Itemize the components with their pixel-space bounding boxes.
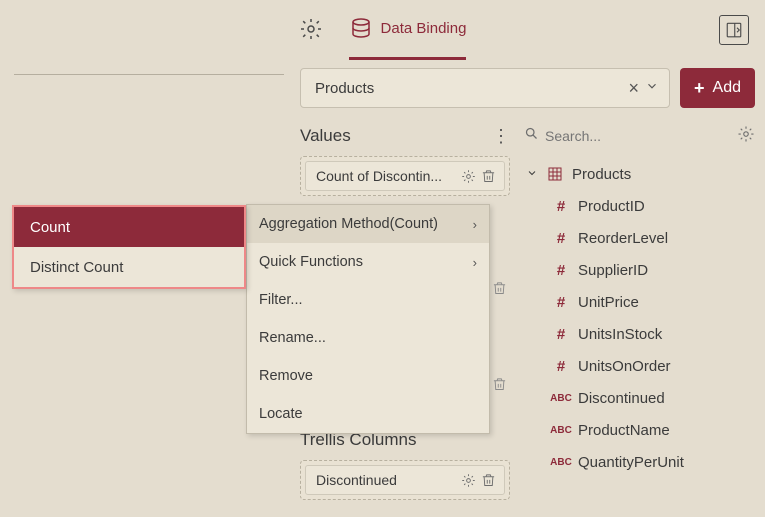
number-type-icon: #: [552, 326, 570, 343]
fields-tree: Products # ProductID # ReorderLevel # Supplie…: [524, 158, 755, 478]
top-toolbar: Data Binding: [0, 0, 765, 60]
tree-field-label: UnitsInStock: [578, 326, 662, 343]
number-type-icon: #: [552, 230, 570, 247]
tab-data-binding-label: Data Binding: [381, 20, 467, 37]
text-type-icon: ABC: [552, 393, 570, 404]
gear-icon[interactable]: [458, 169, 478, 184]
menu-remove[interactable]: Remove: [247, 357, 489, 395]
data-source-value: Products: [315, 80, 374, 97]
tree-field[interactable]: # UnitsOnOrder: [524, 350, 755, 382]
table-icon: [546, 166, 564, 182]
search-icon: [524, 126, 539, 146]
gear-icon[interactable]: [458, 473, 478, 488]
menu-aggregation-method[interactable]: Aggregation Method(Count) ›: [247, 205, 489, 243]
menu-filter[interactable]: Filter...: [247, 281, 489, 319]
gear-icon[interactable]: [737, 125, 755, 148]
tree-field-label: QuantityPerUnit: [578, 454, 684, 471]
tree-field-label: Discontinued: [578, 390, 665, 407]
number-type-icon: #: [552, 294, 570, 311]
trellis-well[interactable]: Discontinued: [300, 460, 510, 500]
add-button[interactable]: + Add: [680, 68, 755, 108]
database-icon: [349, 17, 373, 41]
tab-data-binding[interactable]: Data Binding: [349, 0, 467, 60]
tree-root-label: Products: [572, 166, 631, 183]
section-values-title: Values: [300, 126, 351, 146]
menu-item-label: Filter...: [259, 292, 303, 308]
aggregation-submenu: Count Distinct Count: [12, 205, 246, 289]
tree-field[interactable]: # UnitsInStock: [524, 318, 755, 350]
value-pill[interactable]: Count of Discontin...: [305, 161, 505, 191]
menu-item-label: Locate: [259, 406, 303, 422]
tree-field[interactable]: # UnitPrice: [524, 286, 755, 318]
submenu-count[interactable]: Count: [14, 207, 244, 247]
menu-item-label: Rename...: [259, 330, 326, 346]
chevron-down-icon[interactable]: [645, 79, 659, 97]
trash-icon[interactable]: [478, 473, 498, 488]
tree-field-label: ProductName: [578, 422, 670, 439]
value-pill-label: Count of Discontin...: [316, 168, 458, 184]
trash-icon[interactable]: [489, 374, 509, 394]
chevron-down-icon: [526, 166, 538, 183]
menu-item-label: Remove: [259, 368, 313, 384]
tree-field-label: SupplierID: [578, 262, 648, 279]
tree-field[interactable]: ABC ProductName: [524, 414, 755, 446]
panel-toggle-button[interactable]: [719, 15, 749, 45]
trash-icon[interactable]: [478, 169, 498, 184]
tree-field-label: UnitPrice: [578, 294, 639, 311]
data-source-select[interactable]: Products ×: [300, 68, 670, 108]
menu-item-label: Quick Functions: [259, 254, 363, 270]
tree-field-label: ReorderLevel: [578, 230, 668, 247]
trellis-pill[interactable]: Discontinued: [305, 465, 505, 495]
number-type-icon: #: [552, 262, 570, 279]
values-well[interactable]: Count of Discontin...: [300, 156, 510, 196]
tree-field[interactable]: ABC QuantityPerUnit: [524, 446, 755, 478]
divider: [14, 74, 284, 75]
menu-quick-functions[interactable]: Quick Functions ›: [247, 243, 489, 281]
number-type-icon: #: [552, 198, 570, 215]
menu-locate[interactable]: Locate: [247, 395, 489, 433]
number-type-icon: #: [552, 358, 570, 375]
submenu-distinct-count[interactable]: Distinct Count: [14, 247, 244, 287]
menu-rename[interactable]: Rename...: [247, 319, 489, 357]
menu-item-label: Aggregation Method(Count): [259, 216, 438, 232]
plus-icon: +: [694, 78, 705, 99]
clear-icon[interactable]: ×: [623, 78, 646, 99]
gear-icon: [299, 17, 323, 41]
tab-settings[interactable]: [299, 0, 323, 60]
trash-icon[interactable]: [489, 278, 509, 298]
submenu-item-label: Count: [30, 219, 70, 236]
values-menu-icon[interactable]: ⋮: [492, 126, 510, 147]
tree-field[interactable]: # SupplierID: [524, 254, 755, 286]
add-button-label: Add: [713, 79, 741, 97]
text-type-icon: ABC: [552, 457, 570, 468]
tree-field[interactable]: # ReorderLevel: [524, 222, 755, 254]
chevron-right-icon: ›: [473, 255, 477, 270]
tree-field[interactable]: ABC Discontinued: [524, 382, 755, 414]
submenu-item-label: Distinct Count: [30, 259, 123, 276]
context-menu: Aggregation Method(Count) › Quick Functi…: [246, 204, 490, 434]
tree-field-label: ProductID: [578, 198, 645, 215]
trellis-pill-label: Discontinued: [316, 472, 458, 488]
chevron-right-icon: ›: [473, 217, 477, 232]
tree-field-label: UnitsOnOrder: [578, 358, 671, 375]
tree-root[interactable]: Products: [524, 158, 755, 190]
text-type-icon: ABC: [552, 425, 570, 436]
search-input[interactable]: [545, 128, 731, 144]
tree-field[interactable]: # ProductID: [524, 190, 755, 222]
